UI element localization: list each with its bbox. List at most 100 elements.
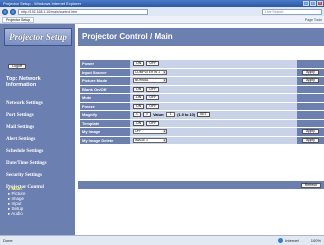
row-action [297,102,324,110]
refresh-button[interactable]: Refresh [300,182,321,188]
template-off-button[interactable]: OFF [146,120,160,126]
table-row: My Image Delete IMAGE 1 ▾ Apply [80,136,324,144]
sidebar-subitem-label: Audio [11,211,23,216]
row-label-picture-mode: Picture Mode [80,77,130,85]
row-field: ON OFF [130,60,297,68]
row-label-freeze: Freeze [80,102,130,110]
row-field: ON OFF [130,119,297,127]
chevron-down-icon: ▾ [163,138,166,142]
page-title: Projector Control / Main [78,28,324,46]
table-row: My Image OFF ▾ Apply [80,128,324,136]
globe-icon [278,238,284,243]
table-row: Magnify < > Value: 1 (1.0 to 10) SET [80,111,324,119]
magnify-set-button[interactable]: SET [197,112,210,118]
select-value: IMAGE 1 [135,137,148,142]
my-image-apply-button[interactable]: Apply [302,129,319,135]
row-field: IMAGE 1 ▾ [130,136,297,144]
row-field: OFF ▾ [130,128,297,136]
sidebar-item-alert-settings[interactable]: Alert Settings [6,134,72,146]
row-field: ON OFF [130,102,297,110]
chevron-down-icon: ▾ [163,70,166,74]
row-action: Apply [297,136,324,144]
logoff-button[interactable]: Logoff [8,64,26,69]
mute-on-button[interactable]: ON [133,95,145,101]
search-input[interactable]: Live Search [262,8,322,15]
row-action: Apply [297,128,324,136]
freeze-on-button[interactable]: ON [133,103,145,109]
security-zone: Internet [285,238,299,243]
power-off-button[interactable]: OFF [146,61,160,67]
sidebar-item-mail-settings[interactable]: Mail Settings [6,122,72,134]
control-table: Power ON OFF Input Source COMPUTER IN 1 ▾… [80,60,324,145]
select-value: OFF [135,129,142,134]
row-label-blank: Blank On/Off [80,85,130,93]
zoom-level[interactable]: 100% [311,238,321,243]
table-row: Picture Mode NORMAL ▾ Apply [80,77,324,85]
sidebar-subitem-audio[interactable]: ▸ Audio [8,211,68,216]
my-image-delete-apply-button[interactable]: Apply [302,137,319,143]
browser-title: Projector Setup - Windows Internet Explo… [3,1,82,6]
picture-mode-select[interactable]: NORMAL ▾ [133,78,167,84]
status-text: Done [3,238,13,243]
picture-mode-apply-button[interactable]: Apply [302,78,319,84]
freeze-off-button[interactable]: OFF [146,103,160,109]
magnify-increase-button[interactable]: > [143,112,152,118]
status-bar: Done Internet 100% [0,235,324,245]
browser-title-bar: Projector Setup - Windows Internet Explo… [0,0,324,7]
magnify-range-label: (1.0 to 10) [177,112,196,117]
table-row: Input Source COMPUTER IN 1 ▾ Apply [80,68,324,76]
row-field: ON OFF [130,94,297,102]
refresh-bar: Refresh [78,181,324,189]
chevron-down-icon: ▾ [163,130,166,134]
row-label-my-image-delete: My Image Delete [80,136,130,144]
my-image-delete-select[interactable]: IMAGE 1 ▾ [133,137,167,143]
sidebar-submenu: ▸ Main ▸ Picture ▸ Image ▸ Input ▸ Setup… [8,186,68,216]
forward-icon[interactable]: › [10,8,16,15]
row-label-input-source: Input Source [80,68,130,76]
sidebar-item-date-time-settings[interactable]: Date/Time Settings [6,158,72,170]
row-action: Apply [297,77,324,85]
row-action [297,94,324,102]
table-row: Blank On/Off ON OFF [80,85,324,93]
magnify-decrease-button[interactable]: < [133,112,142,118]
url-input[interactable]: http://192.168.1.10/main/control.htm [18,8,148,15]
address-bar: ‹ › http://192.168.1.10/main/control.htm… [0,7,324,16]
sidebar: Projector Setup Logoff Top: Network Info… [0,24,75,235]
chevron-down-icon: ▾ [163,79,166,83]
row-label-magnify: Magnify [80,111,130,119]
row-label-template: Template [80,119,130,127]
row-action [297,119,324,127]
close-icon[interactable]: × [317,1,323,6]
template-on-button[interactable]: ON [133,120,145,126]
select-value: NORMAL [135,78,149,83]
projector-setup-logo: Projector Setup [4,28,72,46]
input-source-select[interactable]: COMPUTER IN 1 ▾ [133,69,167,75]
sidebar-item-port-settings[interactable]: Port Settings [6,110,72,122]
magnify-value-label: Value: [153,112,165,117]
sidebar-item-schedule-settings[interactable]: Schedule Settings [6,146,72,158]
row-label-mute: Mute [80,94,130,102]
blank-off-button[interactable]: OFF [146,86,160,92]
input-source-apply-button[interactable]: Apply [302,69,319,75]
row-label-my-image: My Image [80,128,130,136]
maximize-icon[interactable]: □ [310,1,316,6]
row-action [297,60,324,68]
table-row: Freeze ON OFF [80,102,324,110]
select-value: COMPUTER IN 1 [135,69,160,74]
mute-off-button[interactable]: OFF [146,95,160,101]
row-field: < > Value: 1 (1.0 to 10) SET [130,111,297,119]
row-field: ON OFF [130,85,297,93]
blank-on-button[interactable]: ON [133,86,145,92]
tab-projector-setup[interactable]: Projector Setup [2,16,35,23]
browser-tools-menu[interactable]: Page Tools [305,18,322,22]
magnify-value-input[interactable]: 1 [166,112,176,118]
tab-bar: Projector Setup Page Tools [0,16,324,24]
sidebar-item-network-settings[interactable]: Network Settings [6,98,72,110]
back-icon[interactable]: ‹ [2,8,8,15]
row-action [297,111,324,119]
minimize-icon[interactable]: – [303,1,309,6]
sidebar-item-security-settings[interactable]: Security Settings [6,170,72,182]
sidebar-item-network-information[interactable]: Top: Network Information [6,76,72,88]
my-image-select[interactable]: OFF ▾ [133,129,167,135]
power-on-button[interactable]: ON [133,61,145,67]
